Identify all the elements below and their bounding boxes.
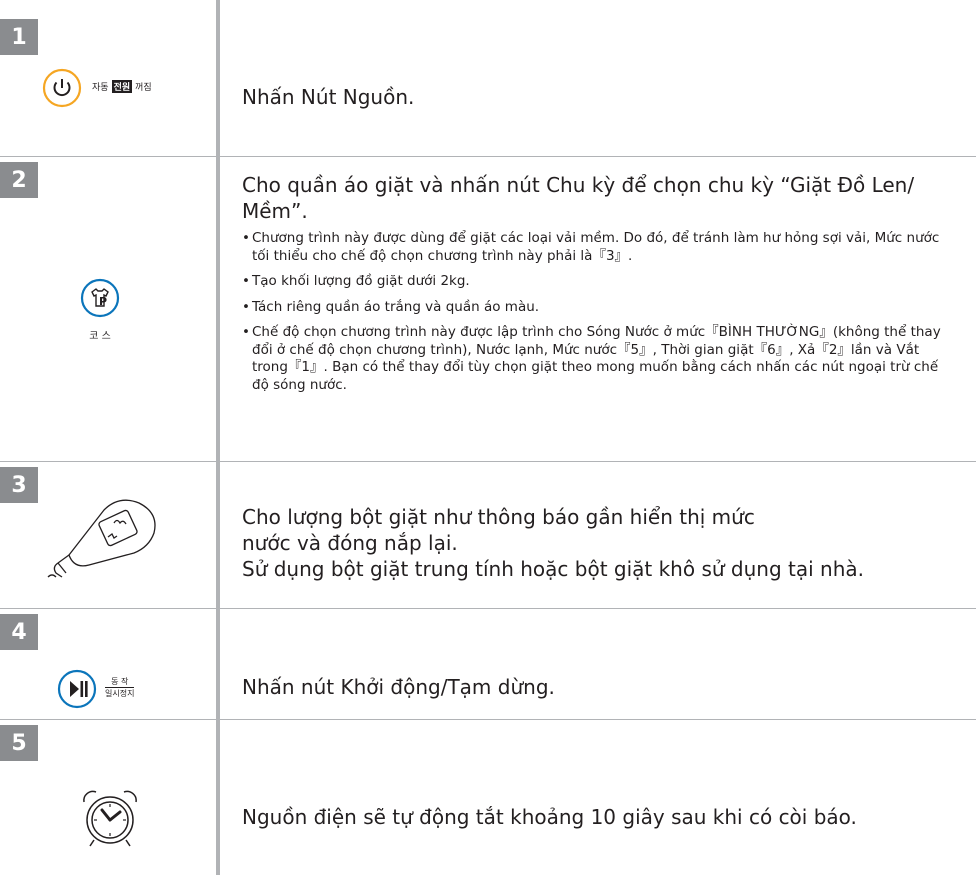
- step-1-instruction: Nhấn Nút Nguồn.: [242, 85, 415, 109]
- step-2-notes: Chương trình này được dùng để giặt các l…: [242, 230, 954, 394]
- row-divider: [0, 608, 976, 609]
- step-3-instruction-line2: Sử dụng bột giặt trung tính hoặc bột giặ…: [242, 557, 864, 581]
- svg-text:P: P: [99, 295, 107, 308]
- step-3-text-block-2: Sử dụng bột giặt trung tính hoặc bột giặ…: [242, 556, 962, 582]
- step-1-text-block: Nhấn Nút Nguồn.: [242, 84, 962, 110]
- row-divider: [0, 156, 976, 157]
- power-label-left: 자동: [92, 83, 109, 93]
- start-label: 동 작 일시정지: [105, 676, 135, 699]
- row-divider: [0, 461, 976, 462]
- power-icon: [42, 68, 82, 108]
- power-label: 자동 전원 꺼짐: [92, 80, 152, 93]
- play-pause-icon: [57, 669, 97, 709]
- step-4-instruction: Nhấn nút Khởi động/Tạm dừng.: [242, 675, 555, 699]
- start-label-top: 동 작: [105, 676, 135, 688]
- alarm-clock-icon: [78, 788, 142, 848]
- step-3-instruction-line1: Cho lượng bột giặt như thông báo gần hiể…: [242, 505, 755, 555]
- step-number-badge: 4: [0, 614, 38, 650]
- step-number-badge: 2: [0, 162, 38, 198]
- power-label-badge: 전원: [111, 80, 133, 93]
- step-number-badge: 1: [0, 19, 38, 55]
- step-2-instruction: Cho quần áo giặt và nhấn nút Chu kỳ để c…: [242, 173, 915, 223]
- step-5-instruction: Nguồn điện sẽ tự động tắt khoảng 10 giây…: [242, 805, 857, 829]
- step-5-text-block: Nguồn điện sẽ tự động tắt khoảng 10 giây…: [242, 804, 962, 830]
- step-2-note: Chế độ chọn chương trình này được lập tr…: [242, 324, 954, 394]
- step-2-text-block: Cho quần áo giặt và nhấn nút Chu kỳ để c…: [242, 172, 954, 402]
- step-2-note: Tách riêng quần áo trắng và quần áo màu.: [242, 299, 954, 317]
- course-icon: P: [80, 278, 120, 318]
- start-label-bottom: 일시정지: [105, 689, 135, 698]
- step-2-note: Tạo khối lượng đồ giặt dưới 2kg.: [242, 273, 954, 291]
- detergent-bottle-icon: [44, 485, 164, 580]
- step-3-text-block: Cho lượng bột giặt như thông báo gần hiể…: [242, 504, 796, 556]
- step-2-note: Chương trình này được dùng để giặt các l…: [242, 230, 954, 265]
- step-number-badge: 5: [0, 725, 38, 761]
- step-number-badge: 3: [0, 467, 38, 503]
- row-divider: [0, 719, 976, 720]
- course-label: 코 스: [89, 331, 111, 342]
- power-label-right: 꺼짐: [135, 83, 152, 93]
- step-4-text-block: Nhấn nút Khởi động/Tạm dừng.: [242, 674, 962, 700]
- column-divider: [216, 0, 220, 875]
